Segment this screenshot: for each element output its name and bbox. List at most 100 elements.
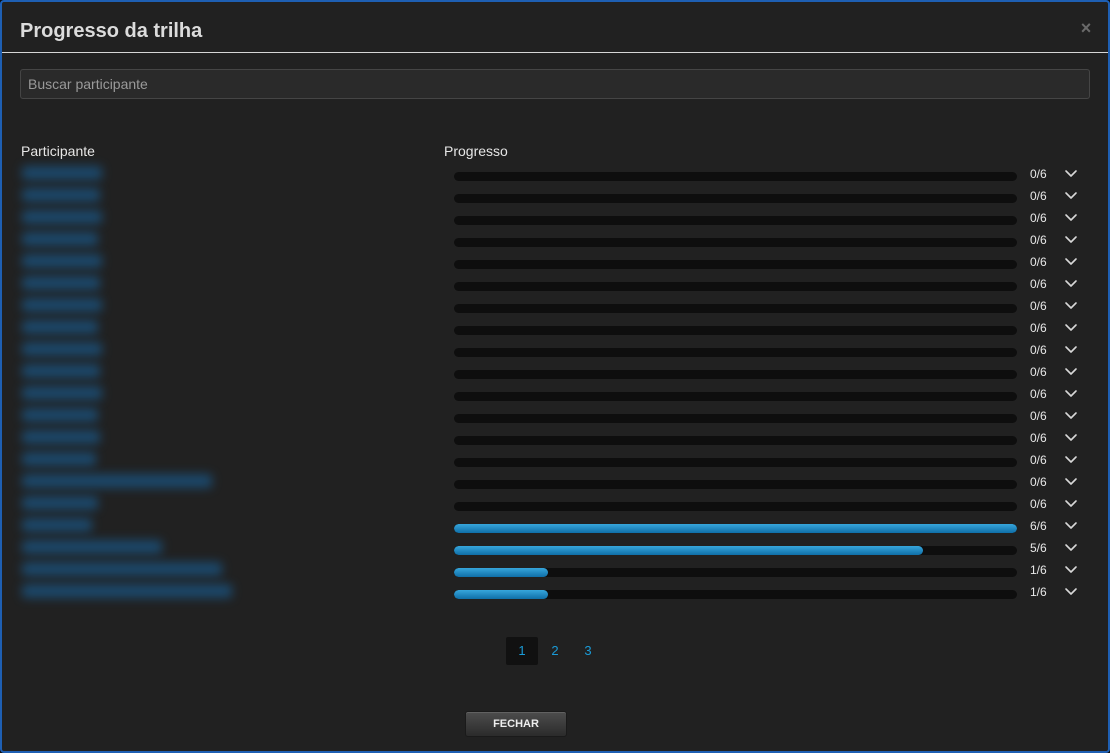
obscured-name-mark [22, 386, 102, 400]
participant-name-obscured [20, 184, 240, 206]
progress-row: 0/6 [454, 250, 1094, 272]
progress-row: 0/6 [454, 426, 1094, 448]
progress-bar [454, 172, 1017, 181]
participant-list [20, 162, 240, 602]
progress-bar [454, 370, 1017, 379]
progress-bar-fill [454, 546, 924, 555]
progress-count: 0/6 [1030, 497, 1047, 511]
progress-bar [454, 238, 1017, 247]
participant-name-obscured [20, 448, 240, 470]
participant-name-obscured [20, 580, 240, 602]
progress-count: 0/6 [1030, 365, 1047, 379]
progress-row: 0/6 [454, 338, 1094, 360]
progress-count: 0/6 [1030, 453, 1047, 467]
participant-name-obscured [20, 404, 240, 426]
progress-bar [454, 436, 1017, 445]
progress-count: 0/6 [1030, 343, 1047, 357]
close-icon[interactable]: × [1078, 19, 1094, 37]
chevron-down-icon[interactable] [1062, 496, 1080, 512]
progress-list: 0/6 0/6 0/6 0/6 0/6 0/6 0/6 0/6 0/6 0/6 0/6 0/6 0/6 0… [454, 162, 1094, 602]
progress-bar [454, 392, 1017, 401]
obscured-name-mark [22, 562, 222, 576]
progress-bar-fill [454, 590, 548, 599]
participant-name-obscured [20, 294, 240, 316]
chevron-down-icon[interactable] [1062, 452, 1080, 468]
progress-count: 0/6 [1030, 233, 1047, 247]
obscured-name-mark [22, 430, 100, 444]
chevron-down-icon[interactable] [1062, 474, 1080, 490]
chevron-down-icon[interactable] [1062, 232, 1080, 248]
chevron-down-icon[interactable] [1062, 166, 1080, 182]
progress-bar [454, 546, 1017, 555]
progress-bar [454, 480, 1017, 489]
progress-bar [454, 326, 1017, 335]
participant-name-obscured [20, 426, 240, 448]
search-participant-input[interactable] [20, 69, 1090, 99]
pagination: 123 [506, 637, 605, 665]
chevron-down-icon[interactable] [1062, 188, 1080, 204]
progress-bar [454, 502, 1017, 511]
progress-row: 0/6 [454, 228, 1094, 250]
pagination-page-1[interactable]: 1 [506, 637, 538, 665]
chevron-down-icon[interactable] [1062, 320, 1080, 336]
participant-name-obscured [20, 536, 240, 558]
obscured-name-mark [22, 540, 162, 554]
modal-header: Progresso da trilha × [2, 2, 1108, 53]
progress-row: 0/6 [454, 404, 1094, 426]
participant-name-obscured [20, 558, 240, 580]
progress-count: 0/6 [1030, 211, 1047, 225]
progress-count: 0/6 [1030, 475, 1047, 489]
participant-name-obscured [20, 470, 240, 492]
fechar-button[interactable]: FECHAR [465, 711, 567, 737]
chevron-down-icon[interactable] [1062, 518, 1080, 534]
progress-count: 0/6 [1030, 387, 1047, 401]
participant-name-obscured [20, 338, 240, 360]
progress-count: 0/6 [1030, 277, 1047, 291]
participant-name-obscured [20, 250, 240, 272]
chevron-down-icon[interactable] [1062, 210, 1080, 226]
progress-count: 0/6 [1030, 321, 1047, 335]
obscured-name-mark [22, 518, 92, 532]
chevron-down-icon[interactable] [1062, 364, 1080, 380]
progress-row: 0/6 [454, 448, 1094, 470]
progress-count: 6/6 [1030, 519, 1047, 533]
progress-row: 0/6 [454, 184, 1094, 206]
obscured-name-mark [22, 188, 100, 202]
pagination-page-3[interactable]: 3 [572, 637, 604, 665]
participant-name-obscured [20, 206, 240, 228]
modal-title: Progresso da trilha [20, 20, 203, 42]
chevron-down-icon[interactable] [1062, 298, 1080, 314]
progress-count: 0/6 [1030, 299, 1047, 313]
obscured-name-mark [22, 364, 100, 378]
obscured-name-mark [22, 320, 98, 334]
chevron-down-icon[interactable] [1062, 276, 1080, 292]
chevron-down-icon[interactable] [1062, 342, 1080, 358]
chevron-down-icon[interactable] [1062, 584, 1080, 600]
pagination-page-2[interactable]: 2 [539, 637, 571, 665]
chevron-down-icon[interactable] [1062, 562, 1080, 578]
participant-name-obscured [20, 382, 240, 404]
progress-row: 1/6 [454, 580, 1094, 602]
progress-bar-fill [454, 524, 1017, 533]
participant-name-obscured [20, 514, 240, 536]
column-header-participant: Participante [21, 143, 95, 159]
progress-bar [454, 414, 1017, 423]
chevron-down-icon[interactable] [1062, 386, 1080, 402]
chevron-down-icon[interactable] [1062, 540, 1080, 556]
progress-bar [454, 458, 1017, 467]
obscured-name-mark [22, 342, 102, 356]
progress-bar [454, 304, 1017, 313]
progress-bar [454, 194, 1017, 203]
chevron-down-icon[interactable] [1062, 408, 1080, 424]
progress-row: 0/6 [454, 206, 1094, 228]
chevron-down-icon[interactable] [1062, 430, 1080, 446]
progress-count: 1/6 [1030, 563, 1047, 577]
progress-bar [454, 568, 1017, 577]
participant-name-obscured [20, 228, 240, 250]
chevron-down-icon[interactable] [1062, 254, 1080, 270]
progress-bar [454, 282, 1017, 291]
participant-name-obscured [20, 492, 240, 514]
progress-count: 0/6 [1030, 167, 1047, 181]
obscured-name-mark [22, 584, 232, 598]
obscured-name-mark [22, 408, 98, 422]
